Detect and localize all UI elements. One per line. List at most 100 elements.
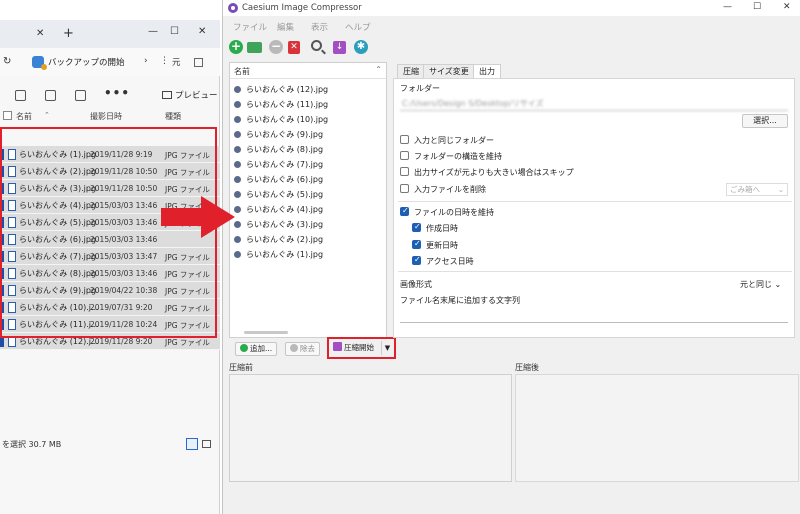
add-button-label: 追加... — [250, 344, 273, 353]
image-file-name: らいおんぐみ (5).jpg — [246, 190, 324, 199]
image-list-item[interactable]: らいおんぐみ (5).jpg — [230, 187, 386, 202]
delete-mode-select[interactable]: ごみ箱へ ⌄ — [726, 183, 788, 196]
sort-caret-icon[interactable]: ⌃ — [375, 65, 382, 74]
add-folder-icon[interactable] — [247, 42, 262, 53]
format-select[interactable]: 元と同じ ⌄ — [740, 279, 781, 290]
maximize-icon[interactable]: ☐ — [753, 2, 761, 12]
created-date-checkbox[interactable] — [412, 222, 421, 232]
image-file-name: らいおんぐみ (12).jpg — [246, 85, 329, 94]
image-list-item[interactable]: らいおんぐみ (8).jpg — [230, 142, 386, 157]
output-folder-field[interactable]: C:/Users/Design S/Desktop/リサイズ — [400, 95, 788, 111]
suffix-input[interactable] — [400, 307, 788, 323]
image-list-item[interactable]: らいおんぐみ (4).jpg — [230, 202, 386, 217]
remove-icon — [290, 344, 298, 352]
menu-file[interactable]: ファイル — [233, 21, 267, 33]
rename-icon[interactable] — [75, 90, 86, 101]
close-window-icon[interactable]: ✕ — [198, 26, 206, 37]
chevron-right-icon[interactable]: › — [144, 56, 148, 66]
image-list-item[interactable]: らいおんぐみ (3).jpg — [230, 217, 386, 232]
horizontal-scrollbar[interactable] — [244, 331, 288, 334]
keep-structure-checkbox[interactable] — [400, 151, 409, 160]
more-options-icon[interactable]: ••• — [104, 86, 130, 100]
preview-label: プレビュー — [175, 91, 218, 101]
gear-icon[interactable]: ✱ — [354, 40, 368, 54]
menu-help[interactable]: ヘルプ — [345, 21, 371, 33]
arrow-right-icon — [161, 196, 235, 238]
column-date[interactable]: 撮影日時 — [90, 111, 122, 122]
refresh-icon[interactable]: ↻ — [3, 56, 11, 67]
chevron-down-icon: ⌄ — [774, 280, 782, 289]
modified-date-checkbox[interactable] — [412, 239, 421, 249]
caesium-logo-icon — [228, 3, 238, 13]
remove-icon[interactable]: − — [269, 40, 283, 54]
image-list-item[interactable]: らいおんぐみ (6).jpg — [230, 172, 386, 187]
preview-button[interactable]: プレビュー — [162, 89, 218, 101]
clear-list-icon[interactable]: ✕ — [288, 41, 300, 54]
more-vertical-icon[interactable]: ⋮ — [160, 56, 169, 66]
image-list: 名前 ⌃ らいおんぐみ (12).jpg らいおんぐみ (11).jpg らいおんぐ… — [229, 62, 387, 338]
tab-compression[interactable]: 圧縮 — [397, 64, 425, 78]
tab-output[interactable]: 出力 — [473, 64, 501, 78]
address-field[interactable]: バックアップの開始 › ⋮ — [24, 52, 169, 72]
keep-structure-label: フォルダーの構造を維持 — [414, 152, 502, 161]
explorer-status-bar: を選択 30.7 MB — [0, 436, 220, 454]
status-dot-icon — [234, 176, 241, 183]
image-file-name: らいおんぐみ (2).jpg — [246, 235, 324, 244]
cut-icon[interactable] — [15, 90, 26, 101]
status-dot-icon — [234, 101, 241, 108]
accessed-date-checkbox[interactable] — [412, 255, 421, 265]
close-window-icon[interactable]: ✕ — [783, 2, 791, 12]
add-files-icon[interactable]: + — [229, 40, 243, 54]
file-date: 2019/11/28 9:20 — [90, 337, 153, 346]
caesium-title-bar: Caesium Image Compressor — ☐ ✕ — [223, 0, 800, 16]
image-list-item[interactable]: らいおんぐみ (7).jpg — [230, 157, 386, 172]
keep-dates-checkbox[interactable] — [400, 206, 409, 216]
skip-larger-checkbox[interactable] — [400, 167, 409, 176]
address-text: バックアップの開始 — [48, 58, 125, 68]
column-name[interactable]: 名前 — [16, 111, 32, 122]
compress-button[interactable]: 圧縮開始 — [333, 342, 374, 355]
delete-input-checkbox[interactable] — [400, 184, 409, 193]
browse-button[interactable]: 選択... — [742, 114, 788, 128]
delete-mode-value: ごみ箱へ — [730, 185, 760, 194]
compress-dropdown-icon[interactable]: ▼ — [381, 341, 393, 355]
image-list-item[interactable]: らいおんぐみ (9).jpg — [230, 127, 386, 142]
menu-view[interactable]: 表示 — [311, 21, 328, 33]
close-tab-icon[interactable]: ✕ — [36, 28, 44, 39]
list-column-name[interactable]: 名前 — [234, 66, 250, 77]
tab-resize[interactable]: サイズ変更 — [423, 64, 475, 78]
output-tab-content: フォルダー C:/Users/Design S/Desktop/リサイズ 選択.… — [393, 78, 795, 338]
image-list-item[interactable]: らいおんぐみ (2).jpg — [230, 232, 386, 247]
compress-button-label: 圧縮開始 — [344, 343, 374, 352]
select-all-checkbox[interactable] — [3, 111, 12, 120]
sort-caret-icon: ⌃ — [44, 111, 50, 119]
same-folder-checkbox[interactable] — [400, 135, 409, 144]
image-list-item[interactable]: らいおんぐみ (11).jpg — [230, 97, 386, 112]
minimize-icon[interactable]: — — [148, 26, 158, 37]
status-dot-icon — [234, 131, 241, 138]
compress-icon[interactable]: ↓ — [333, 41, 346, 54]
add-icon — [240, 344, 248, 352]
image-list-item[interactable]: らいおんぐみ (10).jpg — [230, 112, 386, 127]
options-panel: 圧縮 サイズ変更 出力 フォルダー C:/Users/Design S/Desk… — [393, 62, 795, 338]
search-icon[interactable] — [311, 40, 322, 51]
image-list-item[interactable]: らいおんぐみ (1).jpg — [230, 247, 386, 262]
add-button[interactable]: 追加... — [235, 342, 278, 356]
column-type[interactable]: 種類 — [165, 111, 181, 122]
remove-button[interactable]: 除去 — [285, 342, 320, 356]
details-view-icon[interactable] — [186, 438, 198, 450]
status-dot-icon — [234, 221, 241, 228]
window-title: Caesium Image Compressor — [242, 3, 362, 13]
minimize-icon[interactable]: — — [723, 2, 732, 12]
new-tab-icon[interactable]: + — [63, 26, 74, 41]
preview-pane-icon — [162, 91, 172, 99]
copy-icon[interactable] — [45, 90, 56, 101]
image-list-item[interactable]: らいおんぐみ (12).jpg — [230, 82, 386, 97]
maximize-icon[interactable]: ☐ — [170, 26, 179, 37]
menu-edit[interactable]: 編集 — [277, 21, 294, 33]
location-back-label[interactable]: 元 — [172, 56, 181, 68]
format-label: 画像形式 — [400, 280, 432, 289]
view-grid-icon[interactable] — [194, 58, 203, 67]
same-folder-label: 入力と同じフォルダー — [414, 136, 494, 145]
tiles-view-icon[interactable] — [202, 440, 211, 448]
